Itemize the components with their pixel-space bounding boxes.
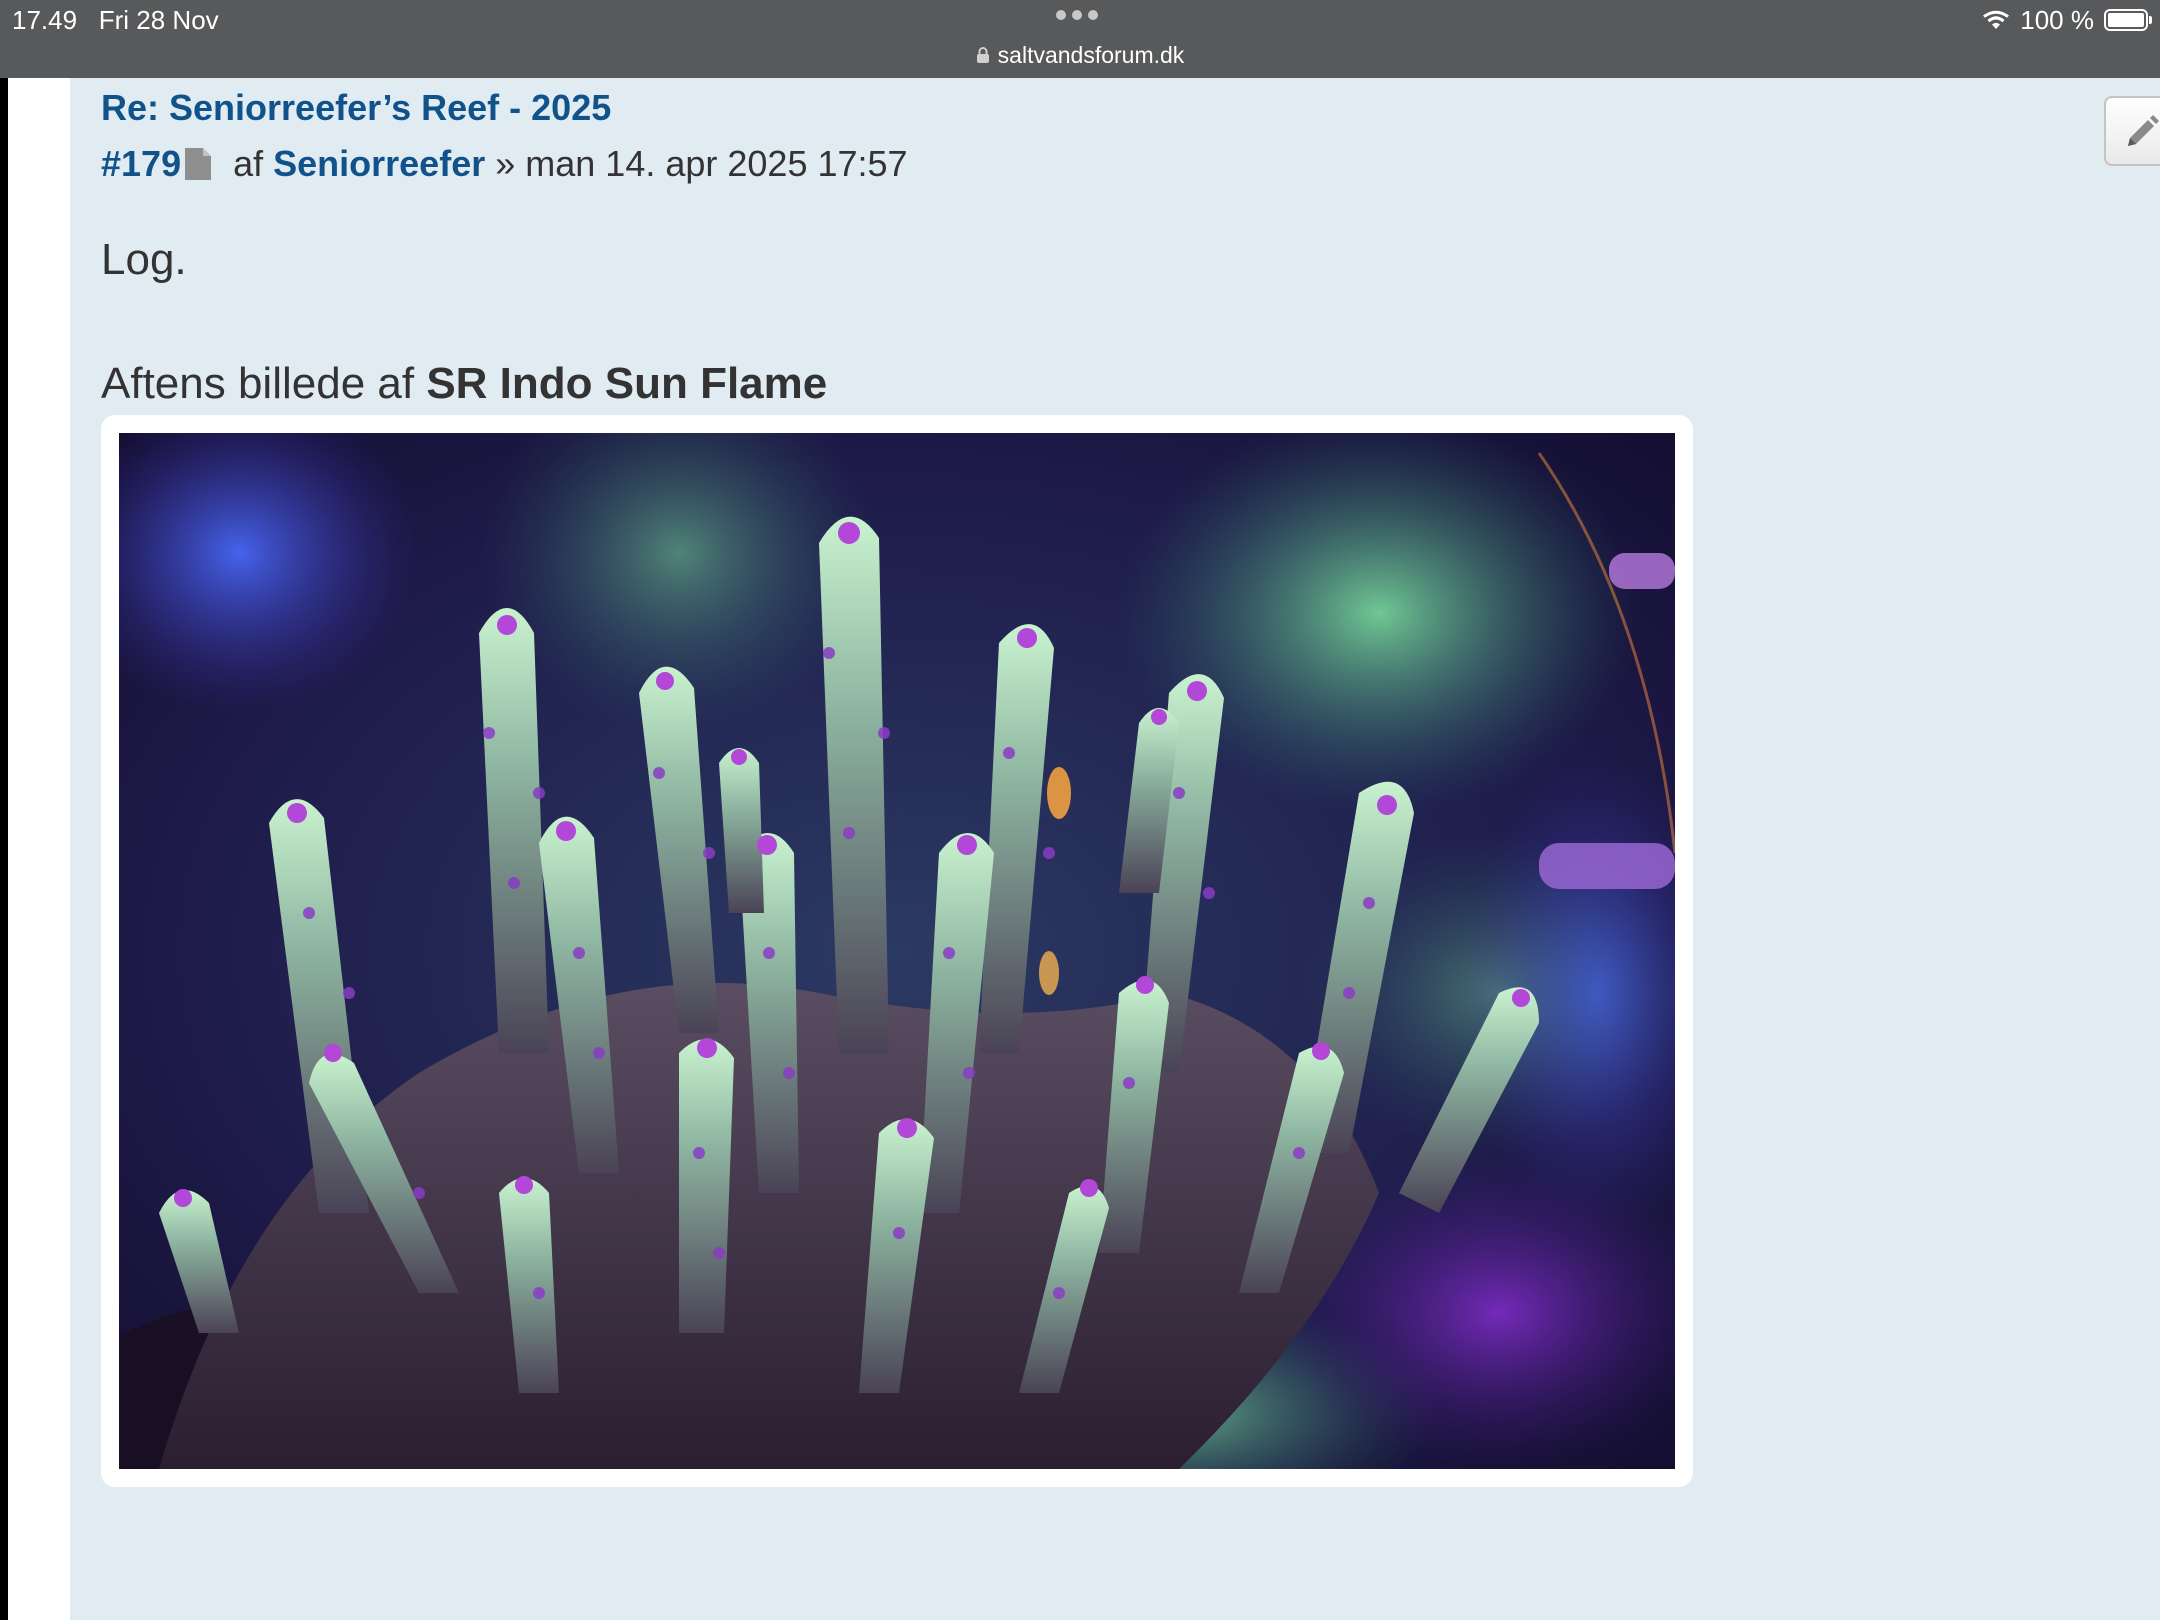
left-margin bbox=[8, 78, 70, 1620]
wifi-icon bbox=[1983, 10, 2010, 29]
post-image-frame bbox=[101, 415, 1693, 1487]
lock-icon bbox=[976, 47, 989, 63]
coral-photo[interactable] bbox=[119, 433, 1675, 1469]
post-title-link[interactable]: Re: Seniorreefer’s Reef - 2025 bbox=[101, 86, 611, 130]
browser-top-bar: 17.49 Fri 28 Nov 100 % saltvandsforum.dk bbox=[0, 0, 2160, 78]
url-text[interactable]: saltvandsforum.dk bbox=[998, 42, 1185, 69]
by-label: af bbox=[233, 143, 274, 184]
dot-1 bbox=[1056, 10, 1066, 20]
forum-post: Re: Seniorreefer’s Reef - 2025 #179 af S… bbox=[70, 78, 2160, 1620]
pencil-icon bbox=[2128, 115, 2159, 146]
caption-coral-name: SR Indo Sun Flame bbox=[426, 359, 828, 408]
document-icon[interactable] bbox=[183, 147, 213, 181]
post-text-caption: Aftens billede af SR Indo Sun Flame bbox=[101, 356, 827, 412]
address-bar[interactable]: saltvandsforum.dk bbox=[0, 40, 2160, 70]
status-indicators: 100 % bbox=[1982, 4, 2152, 36]
post-date: » man 14. apr 2025 17:57 bbox=[485, 143, 908, 184]
edit-button[interactable] bbox=[2104, 96, 2160, 166]
left-edge bbox=[0, 78, 8, 1620]
caption-prefix: Aftens billede af bbox=[101, 359, 427, 408]
battery-percentage: 100 % bbox=[2020, 5, 2094, 35]
status-time-date: 17.49 Fri 28 Nov bbox=[12, 5, 219, 35]
dot-2 bbox=[1072, 10, 1082, 20]
author-link[interactable]: Seniorreefer bbox=[273, 142, 485, 186]
multitasking-dots[interactable] bbox=[1056, 10, 1098, 20]
post-meta: #179 af Seniorreefer » man 14. apr 2025 … bbox=[101, 142, 908, 186]
post-number-link[interactable]: #179 bbox=[101, 142, 181, 186]
dot-3 bbox=[1088, 10, 1098, 20]
battery-icon bbox=[2104, 9, 2152, 31]
post-text-log: Log. bbox=[101, 235, 187, 284]
